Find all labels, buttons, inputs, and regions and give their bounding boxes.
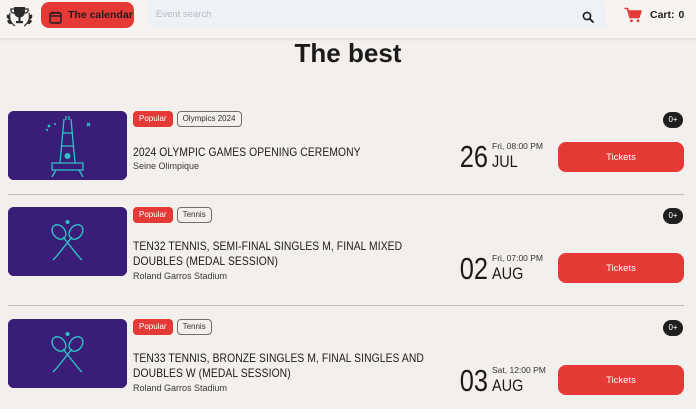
event-weekday-time: Sat, 12:00 PM <box>492 365 546 375</box>
search-bar <box>148 1 606 28</box>
category-tag[interactable]: Tennis <box>176 319 212 335</box>
calendar-button-label: The calendar <box>68 9 133 21</box>
event-name[interactable]: TEN33 TENNIS, BRONZE SINGLES M, FINAL SI… <box>133 351 434 381</box>
event-weekday-time: Fri, 07:00 PM <box>492 253 544 263</box>
event-thumbnail[interactable] <box>8 319 127 388</box>
event-month: AUG <box>492 264 524 283</box>
tickets-button[interactable]: Tickets <box>558 253 684 283</box>
event-venue: Roland Garros Stadium <box>133 383 228 393</box>
event-name[interactable]: 2024 OLYMPIC GAMES OPENING CEREMONY <box>133 145 434 160</box>
tennis-rackets-icon <box>8 207 127 276</box>
category-tag[interactable]: Tennis <box>176 207 212 223</box>
event-card: Popular Tennis TEN33 TENNIS, BRONZE SING… <box>0 319 696 409</box>
tickets-button[interactable]: Tickets <box>558 365 684 395</box>
event-month: AUG <box>492 376 524 395</box>
event-thumbnail[interactable] <box>8 207 127 276</box>
event-card: Popular Tennis TEN32 TENNIS, SEMI-FINAL … <box>0 207 696 307</box>
age-rating-badge: 0+ <box>663 208 683 224</box>
popular-tag[interactable]: Popular <box>133 111 173 127</box>
search-icon[interactable] <box>582 8 594 23</box>
event-tags: Popular Olympics 2024 <box>133 111 242 127</box>
calendar-icon <box>49 9 62 24</box>
top-header: The calendar Cart: 0 <box>0 0 696 38</box>
event-tags: Popular Tennis <box>133 207 212 223</box>
event-day: 26 <box>459 139 488 174</box>
calendar-button[interactable]: The calendar <box>41 2 134 28</box>
cart-label: Cart: <box>650 9 675 21</box>
cart-icon <box>624 7 642 23</box>
event-day: 02 <box>459 251 488 286</box>
trophy-laurel-logo-icon[interactable] <box>5 3 34 31</box>
section-title: The best <box>294 38 402 68</box>
event-day: 03 <box>459 363 488 398</box>
event-name[interactable]: TEN32 TENNIS, SEMI-FINAL SINGLES M, FINA… <box>133 239 434 269</box>
cart-count: 0 <box>678 9 685 21</box>
age-rating-badge: 0+ <box>663 112 683 128</box>
event-venue: Roland Garros Stadium <box>133 271 228 281</box>
search-input[interactable] <box>148 1 578 28</box>
popular-tag[interactable]: Popular <box>133 207 173 223</box>
tickets-button[interactable]: Tickets <box>558 142 684 172</box>
event-venue: Seine Olimpique <box>133 161 200 171</box>
event-weekday-time: Fri, 08:00 PM <box>492 141 544 151</box>
age-rating-badge: 0+ <box>663 320 683 336</box>
event-card: Popular Olympics 2024 2024 OLYMPIC GAMES… <box>0 111 696 211</box>
popular-tag[interactable]: Popular <box>133 319 173 335</box>
divider <box>8 194 684 195</box>
tennis-rackets-icon <box>8 319 127 388</box>
event-month: JUL <box>492 152 518 171</box>
divider <box>8 305 684 306</box>
event-tags: Popular Tennis <box>133 319 212 335</box>
cart-button[interactable]: Cart: 0 <box>624 5 684 25</box>
eiffel-tower-icon <box>8 111 127 180</box>
event-thumbnail[interactable] <box>8 111 127 180</box>
category-tag[interactable]: Olympics 2024 <box>176 111 242 127</box>
